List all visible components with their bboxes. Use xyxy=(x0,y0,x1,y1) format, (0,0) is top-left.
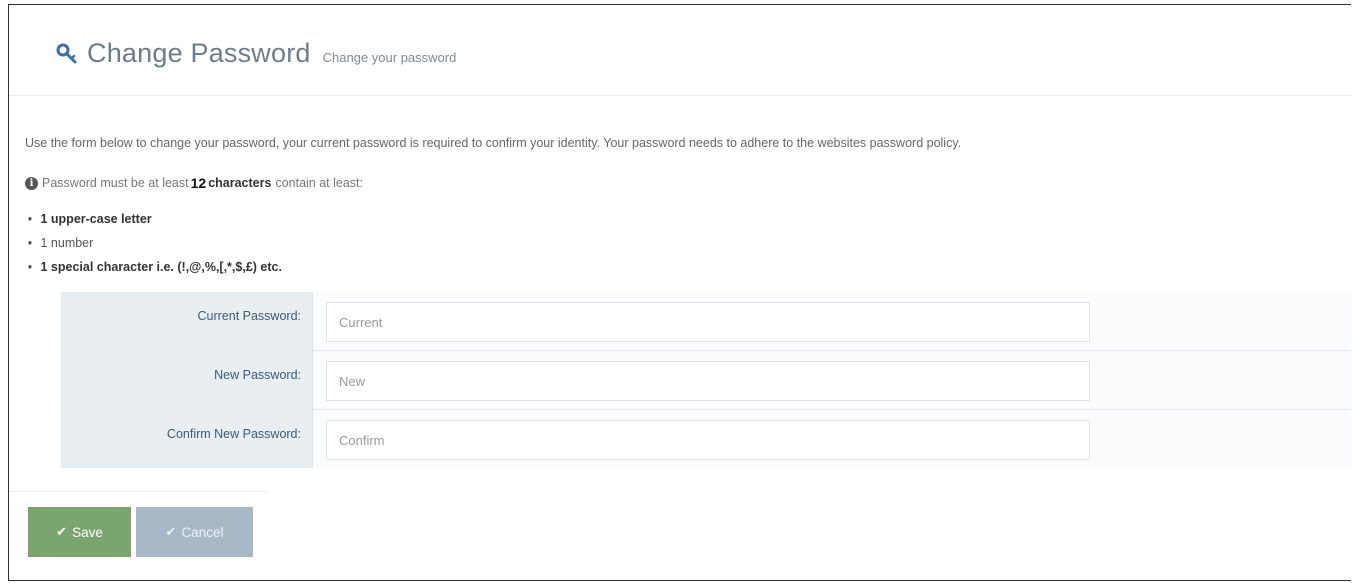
key-icon xyxy=(56,43,77,64)
page-title: Change Password xyxy=(87,38,311,68)
password-policy: i Password must be at least 12 character… xyxy=(25,175,363,191)
cancel-button[interactable]: ✔ Cancel xyxy=(136,507,253,557)
change-password-form: Current Password: New Password: Confirm … xyxy=(61,292,1351,468)
list-item: • 1 number xyxy=(27,236,94,250)
policy-suffix: contain at least: xyxy=(275,176,363,190)
check-icon: ✔ xyxy=(165,524,177,539)
page-frame: Change Password Change your password Use… xyxy=(8,4,1351,581)
cancel-button-label: Cancel xyxy=(181,524,224,540)
current-password-row: Current Password: xyxy=(61,292,1351,351)
page-subtitle: Change your password xyxy=(322,50,457,65)
policy-rules-list: • 1 upper-case letter • 1 number • 1 spe… xyxy=(23,210,282,282)
info-icon: i xyxy=(25,176,38,190)
rule-uppercase: 1 upper-case letter xyxy=(40,212,152,226)
list-item: • 1 special character i.e. (!,@,%,[,*,$,… xyxy=(27,260,282,274)
current-password-input[interactable] xyxy=(326,302,1090,342)
new-password-label: New Password: xyxy=(214,368,301,382)
save-button[interactable]: ✔ Save xyxy=(28,507,131,557)
form-actions: ✔ Save ✔ Cancel xyxy=(9,491,267,580)
policy-prefix: Password must be at least xyxy=(42,176,189,190)
check-icon: ✔ xyxy=(56,524,68,539)
new-password-row: New Password: xyxy=(61,351,1351,410)
current-password-label: Current Password: xyxy=(197,309,301,323)
policy-min-length: 12 xyxy=(190,175,207,191)
policy-characters: characters xyxy=(208,176,272,190)
list-item: • 1 upper-case letter xyxy=(27,212,152,226)
rule-special: 1 special character i.e. (!,@,%,[,*,$,£)… xyxy=(40,260,282,274)
confirm-password-input[interactable] xyxy=(326,420,1090,460)
new-password-input[interactable] xyxy=(326,361,1090,401)
title-wrap: Change Password Change your password xyxy=(55,38,456,69)
confirm-password-label: Confirm New Password: xyxy=(166,427,301,441)
confirm-password-row: Confirm New Password: xyxy=(61,410,1351,468)
page-header: Change Password Change your password xyxy=(9,5,1351,96)
rule-number: 1 number xyxy=(40,236,94,250)
save-button-label: Save xyxy=(72,524,103,540)
intro-text: Use the form below to change your passwo… xyxy=(25,136,962,150)
